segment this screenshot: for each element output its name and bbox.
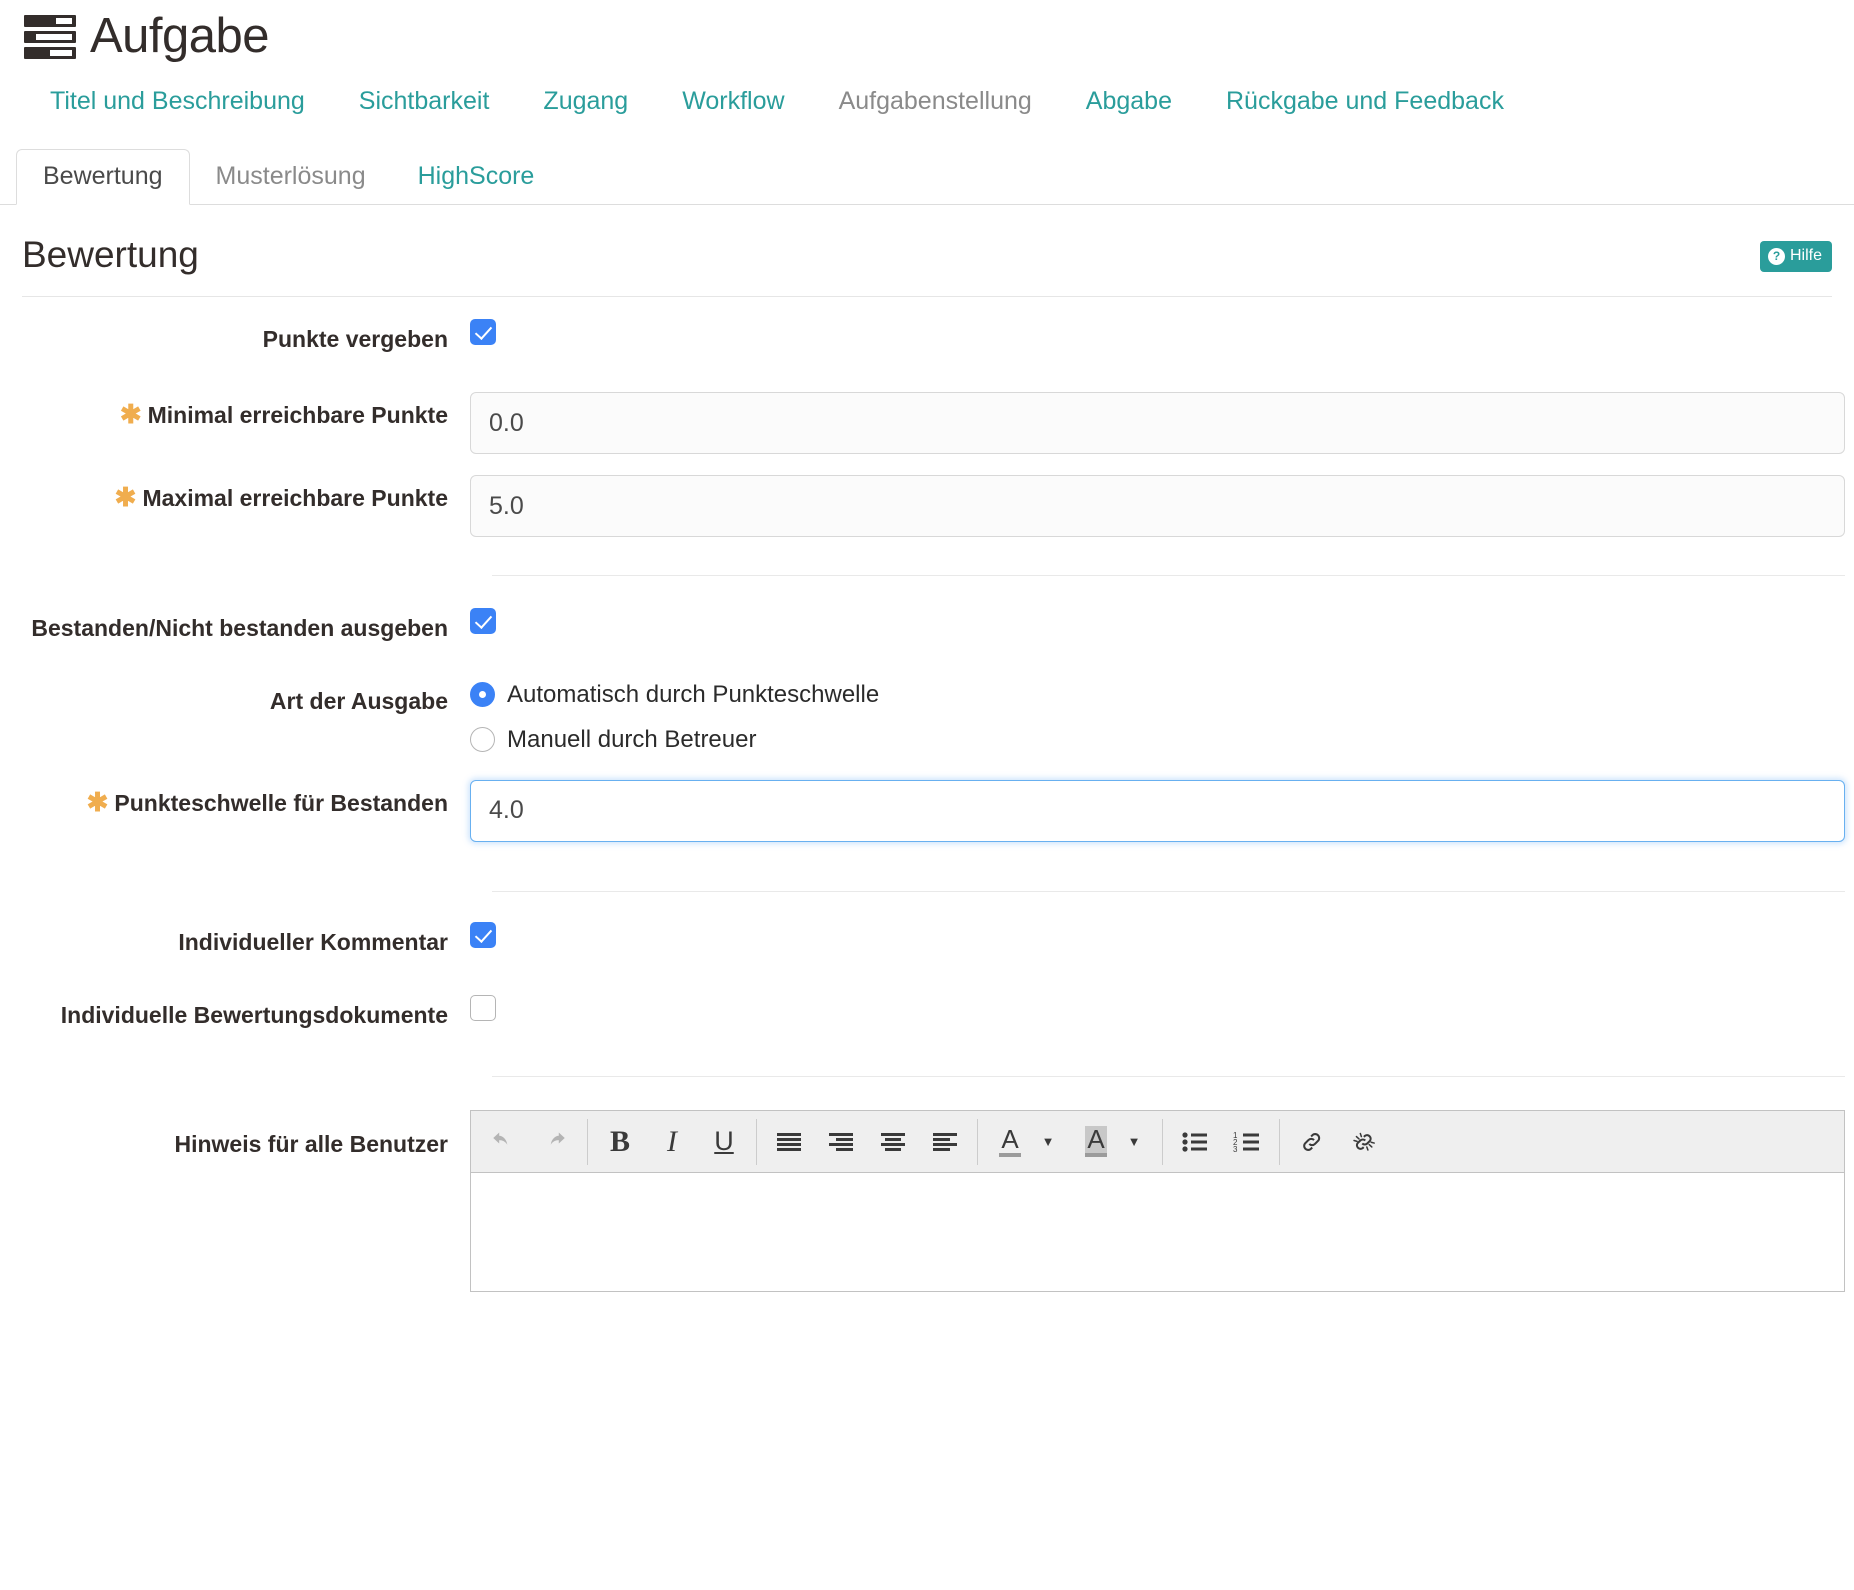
tab-workflow[interactable]: Workflow (655, 87, 811, 116)
help-button-label: Hilfe (1789, 247, 1822, 264)
divider-1 (492, 575, 1845, 577)
tab-bewertung[interactable]: Bewertung (16, 149, 190, 205)
radio-manuell[interactable] (470, 727, 495, 753)
align-center-icon[interactable] (867, 1117, 919, 1167)
svg-text:3: 3 (1233, 1145, 1238, 1154)
editor-toolbar: B I U A ▼ A ▼ 1 2 3 (471, 1111, 1844, 1174)
field-hinweis-fuer-alle-benutzer: Hinweis für alle Benutzer B I U A ▼ A ▼ … (0, 1110, 1854, 1293)
question-circle-icon: ? (1767, 247, 1785, 265)
tab-titel-und-beschreibung[interactable]: Titel und Beschreibung (44, 87, 332, 116)
label-hinweis-fuer-alle-benutzer: Hinweis für alle Benutzer (174, 1131, 448, 1158)
tab-abgabe[interactable]: Abgabe (1059, 87, 1199, 116)
tab-rueckgabe-und-feedback[interactable]: Rückgabe und Feedback (1199, 87, 1531, 116)
toolbar-separator (1162, 1118, 1163, 1165)
required-marker-punkteschwelle: ✱ (86, 786, 109, 817)
bewertung-form: Punkte vergeben ✱ Minimal erreichbare Pun… (0, 297, 1854, 1293)
background-color-dropdown-icon[interactable]: ▼ (1122, 1117, 1156, 1167)
tab-aufgabenstellung[interactable]: Aufgabenstellung (812, 87, 1059, 116)
align-right-icon[interactable] (815, 1117, 867, 1167)
field-punkteschwelle: ✱ Punkteschwelle für Bestanden (0, 779, 1854, 842)
link-icon[interactable] (1286, 1117, 1338, 1167)
radio-automatisch[interactable] (470, 682, 495, 708)
radio-option-manuell[interactable]: Manuell durch Betreuer (470, 726, 1845, 754)
required-marker-max-punkte: ✱ (114, 482, 137, 513)
toolbar-separator (1279, 1118, 1280, 1165)
field-individuelle-bewertungsdokumente: Individuelle Bewertungsdokumente (0, 995, 1854, 1032)
label-punkte-vergeben: Punkte vergeben (262, 326, 448, 352)
tab-musterloesung[interactable]: Musterlösung (190, 150, 392, 204)
toolbar-separator (756, 1118, 757, 1165)
tab-sichtbarkeit[interactable]: Sichtbarkeit (332, 87, 517, 116)
undo-icon[interactable] (477, 1117, 529, 1167)
underline-glyph: U (714, 1126, 734, 1157)
label-punkteschwelle: Punkteschwelle für Bestanden (114, 789, 448, 816)
label-bestanden-ausgeben: Bestanden/Nicht bestanden ausgeben (31, 615, 448, 642)
input-minimal-erreichbare-punkte[interactable] (470, 392, 1845, 455)
field-bestanden-ausgeben: Bestanden/Nicht bestanden ausgeben (0, 608, 1854, 645)
redo-icon[interactable] (529, 1117, 581, 1167)
field-maximal-erreichbare-punkte: ✱ Maximal erreichbare Punkte (0, 475, 1854, 538)
label-maximal-erreichbare-punkte: Maximal erreichbare Punkte (142, 485, 448, 512)
section-title: Bewertung (22, 234, 199, 275)
editor-content-area[interactable] (471, 1173, 1844, 1292)
checkbox-punkte-vergeben[interactable] (470, 319, 496, 345)
primary-tabs: Titel und Beschreibung Sichtbarkeit Zuga… (0, 61, 1854, 116)
label-individueller-kommentar: Individueller Kommentar (178, 928, 448, 955)
rich-text-editor: B I U A ▼ A ▼ 1 2 3 (470, 1110, 1845, 1293)
chevron-down-icon: ▼ (1127, 1134, 1141, 1150)
italic-glyph: I (667, 1124, 677, 1158)
text-color-dropdown-icon[interactable]: ▼ (1036, 1117, 1070, 1167)
numbered-list-icon[interactable]: 1 2 3 (1221, 1117, 1273, 1167)
tab-highscore[interactable]: HighScore (392, 150, 561, 204)
divider-2 (492, 890, 1845, 892)
required-marker-min-punkte: ✱ (119, 399, 142, 430)
text-color-glyph: A (999, 1126, 1021, 1158)
divider-3 (492, 1076, 1845, 1078)
radio-label-manuell: Manuell durch Betreuer (507, 725, 757, 753)
section-header: Bewertung ? Hilfe (22, 234, 1832, 297)
background-color-glyph: A (1085, 1126, 1107, 1158)
toolbar-separator (977, 1118, 978, 1165)
radio-option-automatisch[interactable]: Automatisch durch Punkteschwelle (470, 681, 1845, 709)
task-list-icon (24, 14, 76, 59)
field-punkte-vergeben: Punkte vergeben (0, 319, 1854, 356)
underline-icon[interactable]: U (698, 1117, 750, 1167)
toolbar-separator (587, 1118, 588, 1165)
unlink-icon[interactable] (1338, 1117, 1390, 1167)
input-maximal-erreichbare-punkte[interactable] (470, 475, 1845, 538)
label-minimal-erreichbare-punkte: Minimal erreichbare Punkte (147, 402, 448, 429)
bullet-list-icon[interactable] (1169, 1117, 1221, 1167)
checkbox-individueller-kommentar[interactable] (470, 921, 496, 948)
tab-zugang[interactable]: Zugang (516, 87, 655, 116)
field-art-der-ausgabe: Art der Ausgabe Automatisch durch Punkte… (0, 681, 1854, 754)
text-color-icon[interactable]: A (984, 1117, 1036, 1167)
bold-glyph: B (609, 1124, 630, 1158)
align-justify-icon[interactable] (763, 1117, 815, 1167)
label-individuelle-bewertungsdokumente: Individuelle Bewertungsdokumente (60, 1002, 448, 1029)
emoji-icon[interactable] (1390, 1117, 1442, 1167)
field-individueller-kommentar: Individueller Kommentar (0, 921, 1854, 959)
page-header: Aufgabe (0, 0, 1854, 61)
background-color-icon[interactable]: A (1070, 1117, 1122, 1167)
field-minimal-erreichbare-punkte: ✱ Minimal erreichbare Punkte (0, 392, 1854, 455)
checkbox-bestanden-ausgeben[interactable] (470, 608, 496, 635)
help-button[interactable]: ? Hilfe (1759, 241, 1832, 272)
align-left-icon[interactable] (919, 1117, 971, 1167)
italic-icon[interactable]: I (646, 1117, 698, 1167)
label-art-der-ausgabe: Art der Ausgabe (269, 687, 448, 714)
bold-icon[interactable]: B (594, 1117, 646, 1167)
chevron-down-icon: ▼ (1041, 1134, 1055, 1150)
checkbox-individuelle-bewertungsdokumente[interactable] (470, 995, 496, 1022)
page-title: Aufgabe (90, 9, 270, 63)
secondary-tabs: Bewertung Musterlösung HighScore (0, 143, 1854, 205)
radio-label-automatisch: Automatisch durch Punkteschwelle (507, 680, 880, 708)
input-punkteschwelle[interactable] (470, 779, 1845, 842)
